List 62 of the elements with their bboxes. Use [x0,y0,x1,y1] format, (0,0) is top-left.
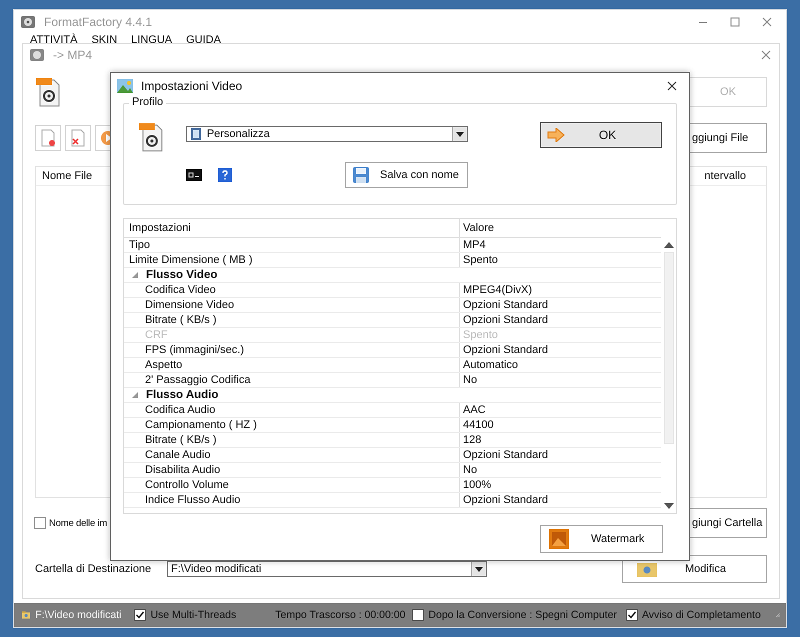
property-name: CRF [144,328,169,342]
property-name: Canale Audio [144,448,212,462]
collapse-icon[interactable] [132,392,138,398]
group-label: Profilo [129,96,166,108]
checkbox[interactable] [34,517,46,529]
property-name: Campionamento ( HZ ) [144,418,258,432]
checkbox-label: Avviso di Completamento [642,609,761,621]
ok-button[interactable]: OK [540,122,662,148]
property-name: Dimensione Video [144,298,236,312]
profile-dropdown[interactable]: Personalizza [186,126,468,142]
film-reel-icon [29,47,45,63]
checkbox-label: Dopo la Conversione : Spegni Computer [428,609,617,621]
video-file-icon [138,122,164,152]
destination-folder: F:\Video modificati [35,609,122,621]
category-name: Flusso Video [146,269,218,281]
film-reel-icon [20,14,36,30]
property-name: Bitrate ( KB/s ) [144,433,218,447]
scroll-down-icon[interactable] [664,503,674,509]
property-name: Limite Dimensione ( MB ) [128,253,254,267]
save-as-button[interactable]: Salva con nome [345,162,468,188]
dropdown-arrow-icon[interactable] [456,132,464,136]
checkbox[interactable] [626,609,638,621]
maximize-icon[interactable] [730,17,740,27]
checkbox-label: Nome delle im [49,518,108,528]
landscape-icon [117,79,133,93]
property-name: 2' Passaggio Codifica [144,373,252,387]
image-icon [549,529,569,549]
arrow-right-icon [546,128,565,142]
add-file-icon[interactable] [35,125,61,151]
checkbox[interactable] [412,609,424,621]
elapsed-time: Tempo Trascorso : 00:00:00 [275,609,406,621]
column-header[interactable]: ntervallo [704,170,746,182]
category-name: Flusso Audio [146,389,218,401]
collapse-icon[interactable] [132,272,138,278]
property-name: Indice Flusso Audio [144,493,242,507]
property-name: Codifica Audio [144,403,216,417]
property-name: Bitrate ( KB/s ) [144,313,218,327]
dialog-title: Impostazioni Video [141,79,242,93]
property-name: Aspetto [144,358,184,372]
dialog-title: -> MP4 [53,48,92,62]
window-title: FormatFactory 4.4.1 [44,15,152,29]
destination-dropdown[interactable]: F:\Video modificati [167,561,487,577]
checkbox-label: Use Multi-Threads [150,609,236,621]
video-file-icon [35,77,61,107]
film-icon [190,128,201,140]
folder-icon [637,561,657,577]
watermark-button[interactable]: Watermark [540,525,663,553]
property-name: Codifica Video [144,283,217,297]
property-name: Tipo [128,238,151,252]
property-name: Controllo Volume [144,478,230,492]
dropdown-arrow-icon[interactable] [475,566,483,572]
save-icon [352,166,370,184]
property-name: FPS (immagini/sec.) [144,343,246,357]
destination-label: Cartella di Destinazione [35,563,152,575]
property-name: Disabilita Audio [144,463,222,477]
column-header[interactable]: Nome File [42,170,92,182]
scroll-up-icon[interactable] [664,242,674,248]
terminal-icon[interactable] [186,169,202,181]
column-header: Impostazioni [128,221,192,236]
checkbox[interactable] [134,609,146,621]
help-icon[interactable] [218,168,232,182]
close-icon[interactable] [667,81,677,91]
